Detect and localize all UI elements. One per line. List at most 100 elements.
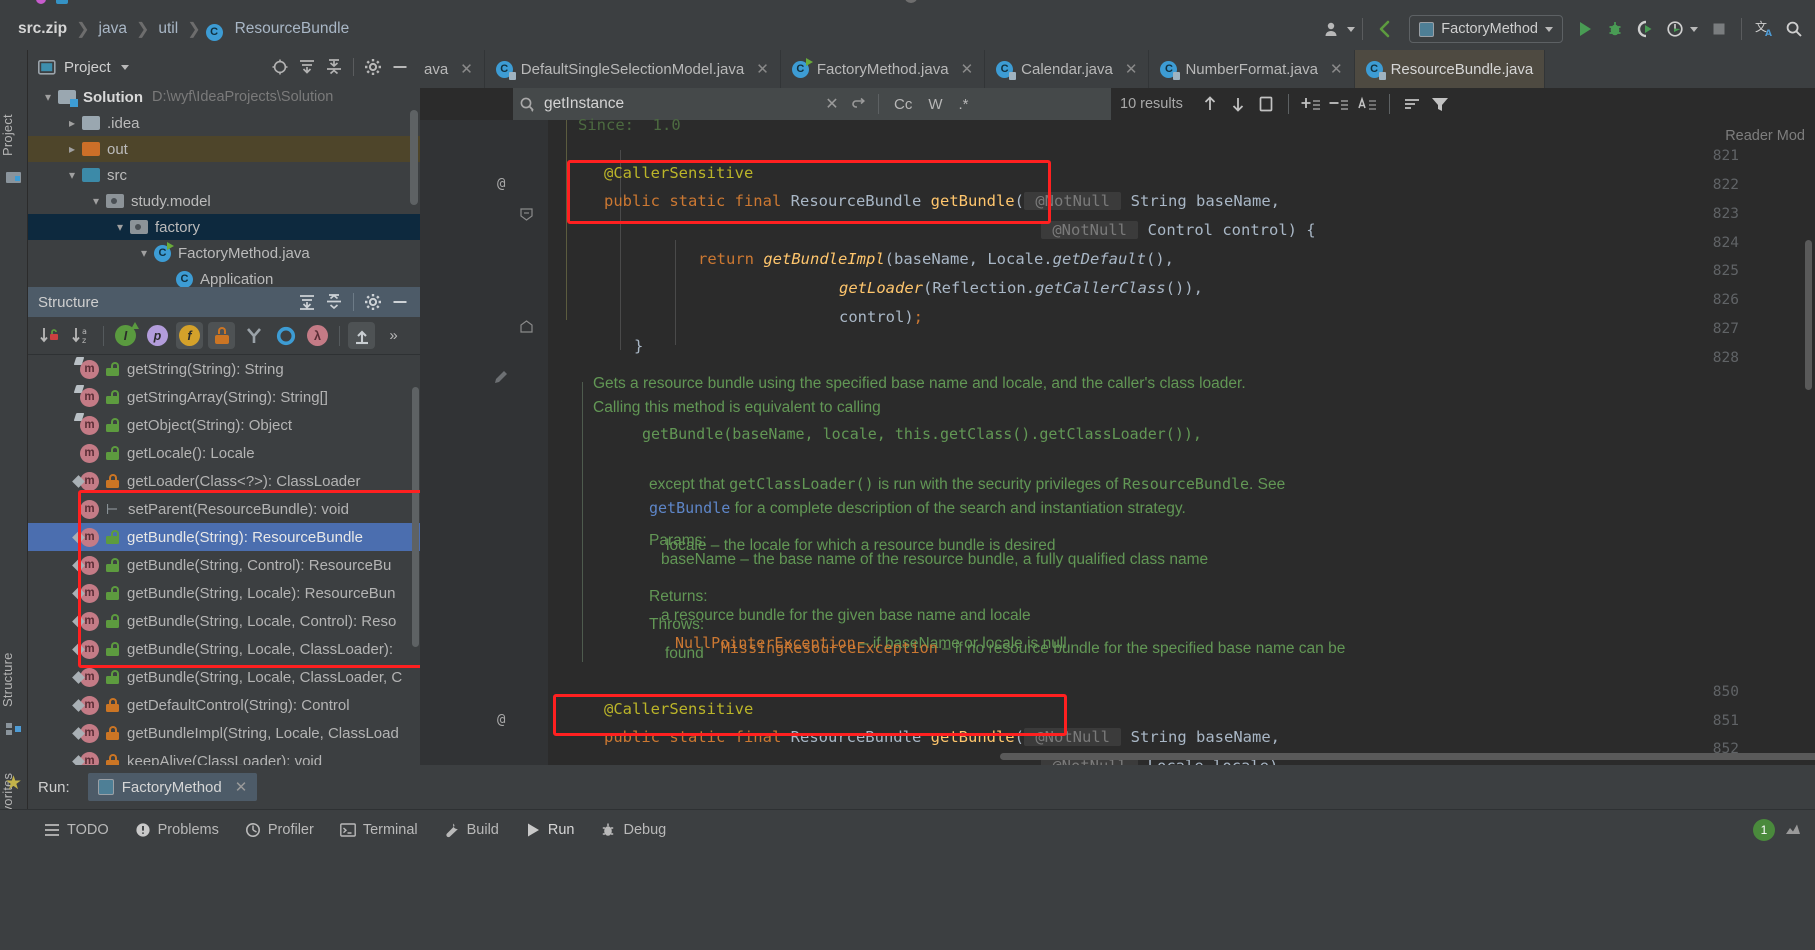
minimize-icon[interactable] — [388, 290, 412, 314]
regex-toggle[interactable]: .* — [951, 96, 977, 113]
exclude-line-icon[interactable] — [1326, 91, 1352, 117]
tab-truncated[interactable]: ava ✕ — [420, 50, 485, 88]
close-icon[interactable]: ✕ — [1330, 60, 1343, 78]
annotation-gutter-marker[interactable]: @ — [497, 712, 505, 728]
close-icon[interactable]: ✕ — [460, 60, 473, 78]
match-case-toggle[interactable]: Cc — [886, 96, 920, 113]
whole-words-toggle[interactable]: W — [920, 96, 950, 113]
chevron-down-icon[interactable]: ▾ — [62, 168, 82, 182]
chevron-down-icon[interactable] — [1690, 26, 1698, 32]
sort-by-visibility-icon[interactable] — [36, 322, 63, 349]
more-icon[interactable]: » — [380, 322, 407, 349]
close-icon[interactable]: ✕ — [1125, 60, 1138, 78]
search-dropdown-icon[interactable] — [519, 96, 536, 113]
back-arrow-icon[interactable] — [1370, 14, 1400, 44]
expand-all-icon[interactable] — [295, 55, 319, 79]
tree-node-study-model[interactable]: ▾ study.model — [28, 188, 420, 214]
list-item[interactable]: m ⊢ setParent(ResourceBundle): void — [28, 495, 420, 523]
chevron-down-icon[interactable]: ▾ — [86, 194, 106, 208]
tree-node-solution[interactable]: ▾ Solution D:\wyf\IdeaProjects\Solution — [28, 84, 420, 110]
close-icon[interactable]: ✕ — [235, 778, 248, 796]
chevron-right-icon[interactable]: ▸ — [62, 116, 82, 130]
locate-icon[interactable] — [268, 55, 292, 79]
notification-badge[interactable]: 1 — [1753, 819, 1775, 841]
user-avatar-icon[interactable] — [1317, 14, 1347, 44]
edit-pencil-icon[interactable] — [492, 368, 510, 390]
filter-results-icon[interactable] — [1399, 91, 1425, 117]
status-item-profiler[interactable]: Profiler — [245, 822, 314, 838]
list-item[interactable]: m getStringArray(String): String[] — [28, 383, 420, 411]
chevron-down-icon[interactable] — [120, 64, 129, 70]
autoscroll-icon[interactable] — [348, 322, 375, 349]
run-icon[interactable] — [1570, 14, 1600, 44]
chevron-right-icon[interactable]: ▸ — [62, 142, 82, 156]
clear-icon[interactable]: ✕ — [819, 91, 845, 117]
tab-numberformat[interactable]: C NumberFormat.java ✕ — [1149, 50, 1355, 88]
preserve-case-icon[interactable] — [1354, 91, 1380, 117]
show-lambdas-icon[interactable]: λ — [304, 322, 331, 349]
breadcrumb-item-util[interactable]: util — [154, 20, 182, 38]
list-item[interactable]: m getBundle(String, Locale, ClassLoader): — [28, 635, 420, 663]
next-match-icon[interactable] — [1225, 91, 1251, 117]
tree-node-factorymethod-java[interactable]: ▾ C FactoryMethod.java — [28, 240, 420, 266]
show-inherited-icon[interactable]: I — [112, 322, 139, 349]
close-icon[interactable]: ✕ — [961, 60, 974, 78]
expand-all-icon[interactable] — [295, 290, 319, 314]
event-log-icon[interactable] — [1785, 822, 1801, 838]
tab-factorymethod[interactable]: C FactoryMethod.java ✕ — [781, 50, 986, 88]
profiler-icon[interactable] — [1660, 14, 1690, 44]
search-everywhere-icon[interactable] — [1779, 14, 1809, 44]
status-item-run[interactable]: Run — [525, 822, 574, 838]
list-item[interactable]: m getBundle(String, Locale): ResourceBun — [28, 579, 420, 607]
breadcrumb-item-src-zip[interactable]: src.zip — [14, 20, 71, 38]
status-item-debug[interactable]: Debug — [600, 822, 666, 838]
list-item[interactable]: m getBundle(String, Locale, Control): Res… — [28, 607, 420, 635]
editor-horizontal-scrollbar[interactable] — [1000, 753, 1815, 760]
prev-match-icon[interactable] — [1197, 91, 1223, 117]
translate-icon[interactable]: 文A — [1749, 14, 1779, 44]
list-item[interactable]: m getBundle(String, Control): ResourceBu — [28, 551, 420, 579]
tab-calendar[interactable]: C Calendar.java ✕ — [985, 50, 1150, 88]
close-icon[interactable]: ✕ — [756, 60, 769, 78]
favorites-star-icon[interactable]: ★ — [5, 772, 22, 795]
show-non-public-icon[interactable] — [208, 322, 235, 349]
list-item[interactable]: m getString(String): String — [28, 355, 420, 383]
annotation-gutter-marker[interactable]: @ — [497, 176, 505, 192]
gear-icon[interactable] — [361, 290, 385, 314]
run-tab-factorymethod[interactable]: FactoryMethod ✕ — [87, 773, 258, 801]
collapse-all-icon[interactable] — [322, 55, 346, 79]
select-all-occurrences-icon[interactable] — [1253, 91, 1279, 117]
run-configuration-selector[interactable]: FactoryMethod — [1409, 15, 1563, 43]
tree-node-src[interactable]: ▾ src — [28, 162, 420, 188]
gear-icon[interactable] — [361, 55, 385, 79]
status-item-todo[interactable]: TODO — [44, 822, 109, 838]
add-line-icon[interactable] — [1298, 91, 1324, 117]
show-anonymous-icon[interactable] — [240, 322, 267, 349]
stop-icon[interactable] — [1704, 14, 1734, 44]
editor-vertical-scrollbar[interactable] — [1805, 240, 1812, 390]
chevron-down-icon[interactable]: ▾ — [134, 246, 154, 260]
breadcrumb-item-java[interactable]: java — [95, 20, 131, 38]
status-item-problems[interactable]: Problems — [135, 822, 219, 838]
tab-defaultsingleselectionmodel[interactable]: C DefaultSingleSelectionModel.java ✕ — [485, 50, 781, 88]
list-item[interactable]: m getBundle(String): ResourceBundle — [28, 523, 420, 551]
minimize-icon[interactable] — [388, 55, 412, 79]
show-fields-icon[interactable]: f — [176, 322, 203, 349]
tree-node-out[interactable]: ▸ out — [28, 136, 420, 162]
tab-resourcebundle[interactable]: C ResourceBundle.java — [1354, 50, 1546, 88]
fold-marker-icon[interactable] — [520, 208, 533, 225]
sidebar-item-structure[interactable]: Structure — [0, 640, 28, 720]
show-interfaces-icon[interactable] — [272, 322, 299, 349]
run-with-coverage-icon[interactable] — [1630, 14, 1660, 44]
sidebar-item-project[interactable]: Project — [0, 102, 28, 168]
status-item-build[interactable]: Build — [444, 822, 499, 838]
debug-icon[interactable] — [1600, 14, 1630, 44]
status-item-terminal[interactable]: Terminal — [339, 822, 418, 838]
tree-node-idea[interactable]: ▸ .idea — [28, 110, 420, 136]
structure-scrollbar[interactable] — [412, 387, 419, 647]
show-properties-icon[interactable]: p — [144, 322, 171, 349]
project-scrollbar[interactable] — [410, 110, 418, 205]
list-item[interactable]: m getBundleImpl(String, Locale, ClassLoad — [28, 719, 420, 747]
tree-node-factory[interactable]: ▾ factory — [28, 214, 420, 240]
search-input[interactable] — [544, 95, 819, 113]
